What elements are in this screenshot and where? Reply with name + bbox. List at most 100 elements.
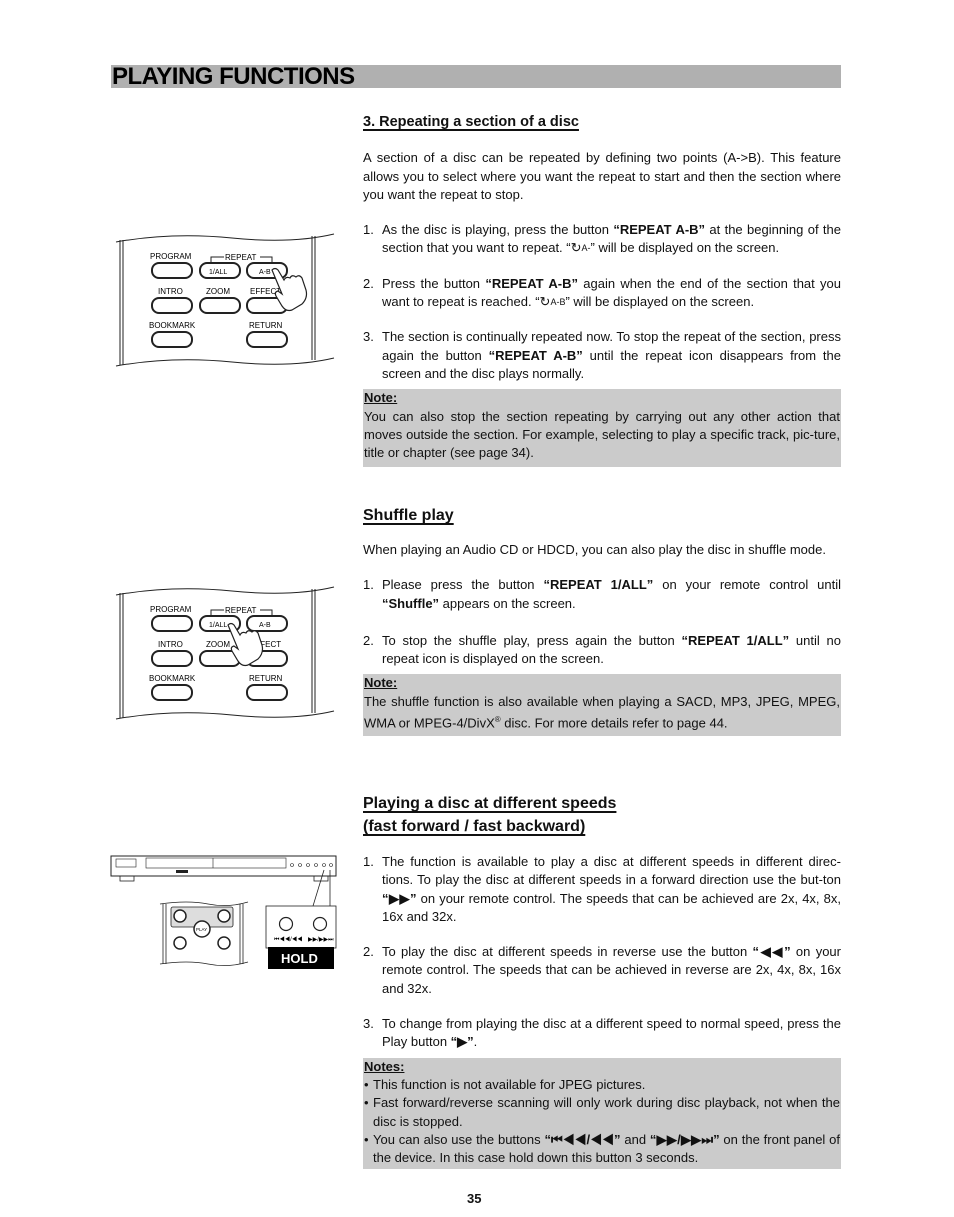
note-text: and (620, 1131, 650, 1147)
note-text: You can also use the buttons (373, 1131, 545, 1147)
prev-rewind-symbol: “⏮◀◀/◀◀” (544, 1131, 621, 1147)
play-label: PLAY (196, 927, 207, 932)
step-text: appears on the screen. (439, 595, 576, 611)
repeat-ab-icon: ↻ (539, 294, 551, 310)
speed-notes: Notes: • This function is not available f… (363, 1057, 841, 1170)
speed-step-3: 3. To change from playing the disc at a … (363, 1015, 841, 1052)
step-number: 2. (363, 944, 374, 960)
note-bullet-1: • This function is not available for JPEG… (364, 1076, 840, 1094)
program-button (151, 262, 193, 279)
notes-label: Notes: (364, 1058, 405, 1074)
repeat-step-2: 2. Press the button “REPEAT A-B” again w… (363, 275, 841, 312)
repeat-step-1: 1. As the disc is playing, press the but… (363, 221, 841, 258)
program-label: PROGRAM (150, 605, 192, 614)
return-label: RETURN (249, 321, 283, 330)
step-text: ” will be displayed on the screen. (565, 294, 755, 310)
note-text: disc. For more details refer to page 44. (500, 715, 728, 731)
zoom-label: ZOOM (206, 287, 230, 296)
speed-step-1: 1. The function is available to play a d… (363, 853, 841, 926)
step-text: . (473, 1034, 478, 1050)
note-text: Fast forward/reverse scanning will only … (373, 1095, 840, 1129)
rewind-button (173, 909, 187, 923)
note-bullet-3: • You can also use the buttons “⏮◀◀/◀◀” a… (364, 1131, 840, 1166)
bookmark-label: BOOKMARK (149, 321, 196, 330)
shuffle-step-2: 2. To stop the shuffle play, press again… (363, 632, 841, 669)
note-bullet-2: • Fast forward/reverse scanning will only… (364, 1094, 840, 1131)
shuffle-label: “Shuffle” (382, 595, 440, 611)
next-forward-button (312, 916, 328, 932)
step-number: 3. (363, 329, 374, 345)
step-text: As the disc is playing, press the button (382, 222, 614, 238)
prev-rewind-label: ⏮◀◀/◀◀ (274, 936, 302, 943)
intro-label: INTRO (158, 640, 183, 649)
note-label: Note: (364, 390, 398, 406)
shuffle-note: Note: The shuffle function is also avail… (363, 674, 841, 736)
speed-heading-line-1: Playing a disc at different speeds (363, 795, 617, 812)
a-b-label: A-B (259, 269, 271, 276)
shuffle-intro: When playing an Audio CD or HDCD, you ca… (363, 542, 826, 557)
forward-button (217, 909, 231, 923)
shuffle-section: Shuffle play When playing an Audio CD or… (363, 504, 841, 736)
shuffle-step-1: 1. Please press the button “REPEAT 1/ALL… (363, 576, 841, 613)
fast-forward-symbol: “▶▶” (382, 890, 417, 906)
a-b-label: A-B (259, 622, 271, 629)
icon-label: A- (581, 243, 591, 254)
step-text: The function is available to play a disc… (382, 854, 841, 888)
step-number: 2. (363, 632, 374, 648)
step-text: Press the button (382, 275, 486, 291)
step-text: To stop the shuffle play, press again th… (382, 632, 682, 648)
repeat-section-heading: 3. Repeating a section of a disc (363, 114, 579, 130)
step-number: 2. (363, 275, 374, 291)
button-name: “REPEAT A-B” (613, 222, 706, 238)
speed-heading-line-2: (fast forward / fast backward) (363, 818, 586, 835)
step-text: Please press the button (382, 577, 544, 593)
step-text: ” will be displayed on the screen. (590, 240, 780, 256)
speed-section: Playing a disc at different speeds (fast… (363, 792, 841, 1170)
repeat-intro: A section of a disc can be repeated by d… (363, 150, 841, 202)
note-text: This function is not available for JPEG … (373, 1076, 646, 1092)
button-name: “REPEAT A-B” (488, 347, 583, 363)
page-title-bar: PLAYING FUNCTIONS (111, 63, 841, 90)
repeat-note: Note: You can also stop the section repe… (363, 389, 841, 468)
player-figure-speed: PLAY ⏮◀◀/◀◀ ▶▶/▶▶⏭ HOLD (110, 855, 337, 969)
return-label: RETURN (249, 674, 283, 683)
note-text: You can also stop the section repeating … (364, 408, 840, 461)
prev-rewind-button (278, 916, 294, 932)
step-text: To play the disc at different speeds in … (382, 944, 753, 960)
dvd-player-front (110, 855, 337, 877)
shuffle-heading: Shuffle play (363, 507, 454, 524)
repeat-a-icon: ↻ (570, 240, 582, 256)
step-text: on your remote control. The speeds that … (382, 890, 842, 924)
play-symbol: “▶” (450, 1034, 474, 1050)
page-title: PLAYING FUNCTIONS (112, 63, 355, 90)
speed-step-2: 2. To play the disc at different speeds … (363, 943, 841, 998)
rewind-symbol: “◀◀” (752, 944, 791, 960)
next-button (217, 936, 231, 950)
note-label: Note: (364, 675, 398, 691)
step-number: 1. (363, 854, 374, 869)
program-label: PROGRAM (150, 252, 192, 261)
remote-figure-repeat-1all: PROGRAM REPEAT 1/ALL A-B INTRO ZOOM EFFE… (115, 586, 335, 720)
button-name: “REPEAT A-B” (485, 275, 579, 291)
one-all-label: 1/ALL (209, 622, 227, 629)
repeat-label: REPEAT (225, 253, 257, 262)
repeat-label: REPEAT (225, 606, 257, 615)
repeat-step-3: 3. The section is continually repeated n… (363, 328, 841, 383)
button-name: “REPEAT 1/ALL” (543, 577, 654, 593)
icon-label: A-B (550, 297, 566, 308)
remote-figure-repeat-ab: PROGRAM REPEAT 1/ALL A-B INTRO ZOOM EFFE… (115, 233, 335, 367)
prev-button (173, 936, 187, 950)
hold-label: HOLD (281, 951, 318, 966)
one-all-label: 1/ALL (209, 269, 227, 276)
zoom-label: ZOOM (206, 640, 230, 649)
next-forward-label: ▶▶/▶▶⏭ (308, 937, 334, 943)
repeat-section: 3. Repeating a section of a disc A secti… (363, 113, 841, 468)
step-number: 1. (363, 222, 374, 238)
next-forward-symbol: “▶▶/▶▶⏭” (649, 1131, 720, 1147)
bookmark-label: BOOKMARK (149, 674, 196, 683)
page-number: 35 (467, 1191, 482, 1206)
intro-label: INTRO (158, 287, 183, 296)
button-name: “REPEAT 1/ALL” (681, 632, 790, 648)
step-number: 1. (363, 577, 374, 593)
step-number: 3. (363, 1016, 374, 1032)
